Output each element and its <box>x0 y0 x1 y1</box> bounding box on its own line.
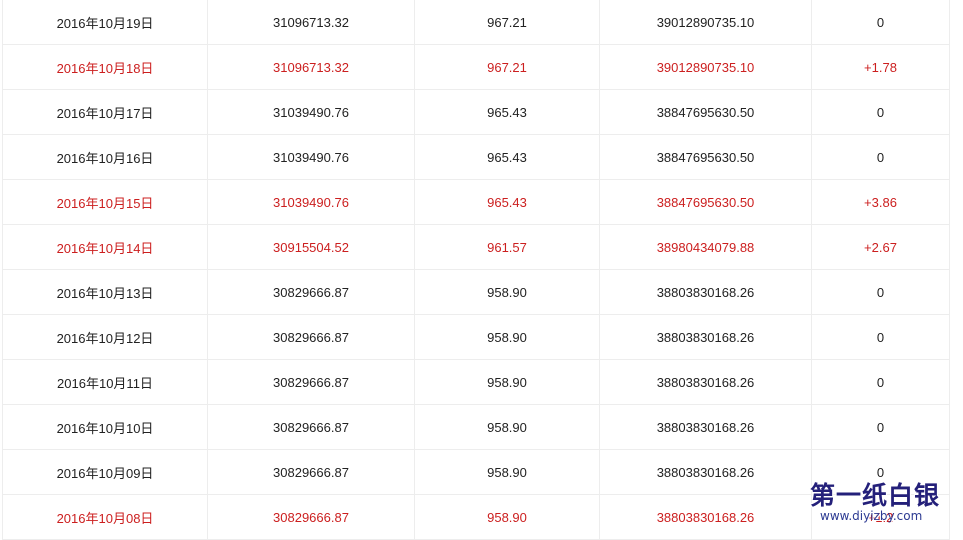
change-cell: 0 <box>811 314 950 360</box>
date-cell: 2016年10月13日 <box>2 269 208 315</box>
value-cell: 38847695630.50 <box>599 134 812 180</box>
holdings-oz-cell: 30829666.87 <box>207 449 415 495</box>
date-cell: 2016年10月08日 <box>2 494 208 540</box>
value-cell: 38980434079.88 <box>599 224 812 270</box>
holdings-oz-cell: 30915504.52 <box>207 224 415 270</box>
holdings-oz-cell: 30829666.87 <box>207 359 415 405</box>
holdings-tonnes-cell: 958.90 <box>414 449 600 495</box>
holdings-tonnes-cell: 958.90 <box>414 269 600 315</box>
change-cell: +1.78 <box>811 44 950 90</box>
date-cell: 2016年10月16日 <box>2 134 208 180</box>
holdings-tonnes-cell: 958.90 <box>414 359 600 405</box>
holdings-tonnes-cell: 958.90 <box>414 404 600 450</box>
silver-holdings-table: 2016年10月19日 31096713.32 967.21 39012890735.… <box>2 0 950 540</box>
value-cell: 38803830168.26 <box>599 314 812 360</box>
table-row: 2016年10月17日 31039490.76 965.43 38847695630.… <box>2 89 950 135</box>
date-cell: 2016年10月19日 <box>2 0 208 45</box>
value-cell: 38803830168.26 <box>599 449 812 495</box>
table-row: 2016年10月16日 31039490.76 965.43 38847695630.… <box>2 134 950 180</box>
change-cell: +2.67 <box>811 224 950 270</box>
holdings-oz-cell: 31039490.76 <box>207 134 415 180</box>
holdings-tonnes-cell: 958.90 <box>414 314 600 360</box>
holdings-tonnes-cell: 967.21 <box>414 44 600 90</box>
value-cell: 38803830168.26 <box>599 404 812 450</box>
table-row: 2016年10月12日 30829666.87 958.90 38803830168.… <box>2 314 950 360</box>
date-cell: 2016年10月12日 <box>2 314 208 360</box>
value-cell: 38803830168.26 <box>599 494 812 540</box>
table-row: 2016年10月14日 30915504.52 961.57 38980434079.… <box>2 224 950 270</box>
holdings-tonnes-cell: 961.57 <box>414 224 600 270</box>
value-cell: 38847695630.50 <box>599 89 812 135</box>
table-row: 2016年10月09日 30829666.87 958.90 38803830168.… <box>2 449 950 495</box>
holdings-oz-cell: 31096713.32 <box>207 44 415 90</box>
holdings-tonnes-cell: 965.43 <box>414 179 600 225</box>
holdings-oz-cell: 31039490.76 <box>207 179 415 225</box>
change-cell: 0 <box>811 449 950 495</box>
change-cell: 0 <box>811 359 950 405</box>
table-row: 2016年10月13日 30829666.87 958.90 38803830168.… <box>2 269 950 315</box>
date-cell: 2016年10月14日 <box>2 224 208 270</box>
change-cell: 0 <box>811 269 950 315</box>
change-cell: +1.2 <box>811 494 950 540</box>
change-cell: 0 <box>811 404 950 450</box>
value-cell: 38803830168.26 <box>599 359 812 405</box>
change-cell: 0 <box>811 0 950 45</box>
holdings-tonnes-cell: 967.21 <box>414 0 600 45</box>
value-cell: 38847695630.50 <box>599 179 812 225</box>
holdings-oz-cell: 31039490.76 <box>207 89 415 135</box>
holdings-oz-cell: 30829666.87 <box>207 494 415 540</box>
value-cell: 38803830168.26 <box>599 269 812 315</box>
date-cell: 2016年10月11日 <box>2 359 208 405</box>
change-cell: 0 <box>811 134 950 180</box>
holdings-oz-cell: 30829666.87 <box>207 314 415 360</box>
holdings-tonnes-cell: 965.43 <box>414 134 600 180</box>
value-cell: 39012890735.10 <box>599 44 812 90</box>
date-cell: 2016年10月17日 <box>2 89 208 135</box>
holdings-oz-cell: 30829666.87 <box>207 269 415 315</box>
holdings-oz-cell: 31096713.32 <box>207 0 415 45</box>
value-cell: 39012890735.10 <box>599 0 812 45</box>
holdings-tonnes-cell: 965.43 <box>414 89 600 135</box>
date-cell: 2016年10月10日 <box>2 404 208 450</box>
table-row: 2016年10月11日 30829666.87 958.90 38803830168.… <box>2 359 950 405</box>
table-row: 2016年10月15日 31039490.76 965.43 38847695630.… <box>2 179 950 225</box>
holdings-tonnes-cell: 958.90 <box>414 494 600 540</box>
date-cell: 2016年10月15日 <box>2 179 208 225</box>
table-row: 2016年10月19日 31096713.32 967.21 39012890735.… <box>2 0 950 45</box>
change-cell: +3.86 <box>811 179 950 225</box>
table-row: 2016年10月10日 30829666.87 958.90 38803830168.… <box>2 404 950 450</box>
table-row: 2016年10月08日 30829666.87 958.90 38803830168.… <box>2 494 950 540</box>
table-row: 2016年10月18日 31096713.32 967.21 39012890735.… <box>2 44 950 90</box>
table-body: 2016年10月19日 31096713.32 967.21 39012890735.… <box>2 0 950 540</box>
date-cell: 2016年10月18日 <box>2 44 208 90</box>
change-cell: 0 <box>811 89 950 135</box>
date-cell: 2016年10月09日 <box>2 449 208 495</box>
holdings-oz-cell: 30829666.87 <box>207 404 415 450</box>
